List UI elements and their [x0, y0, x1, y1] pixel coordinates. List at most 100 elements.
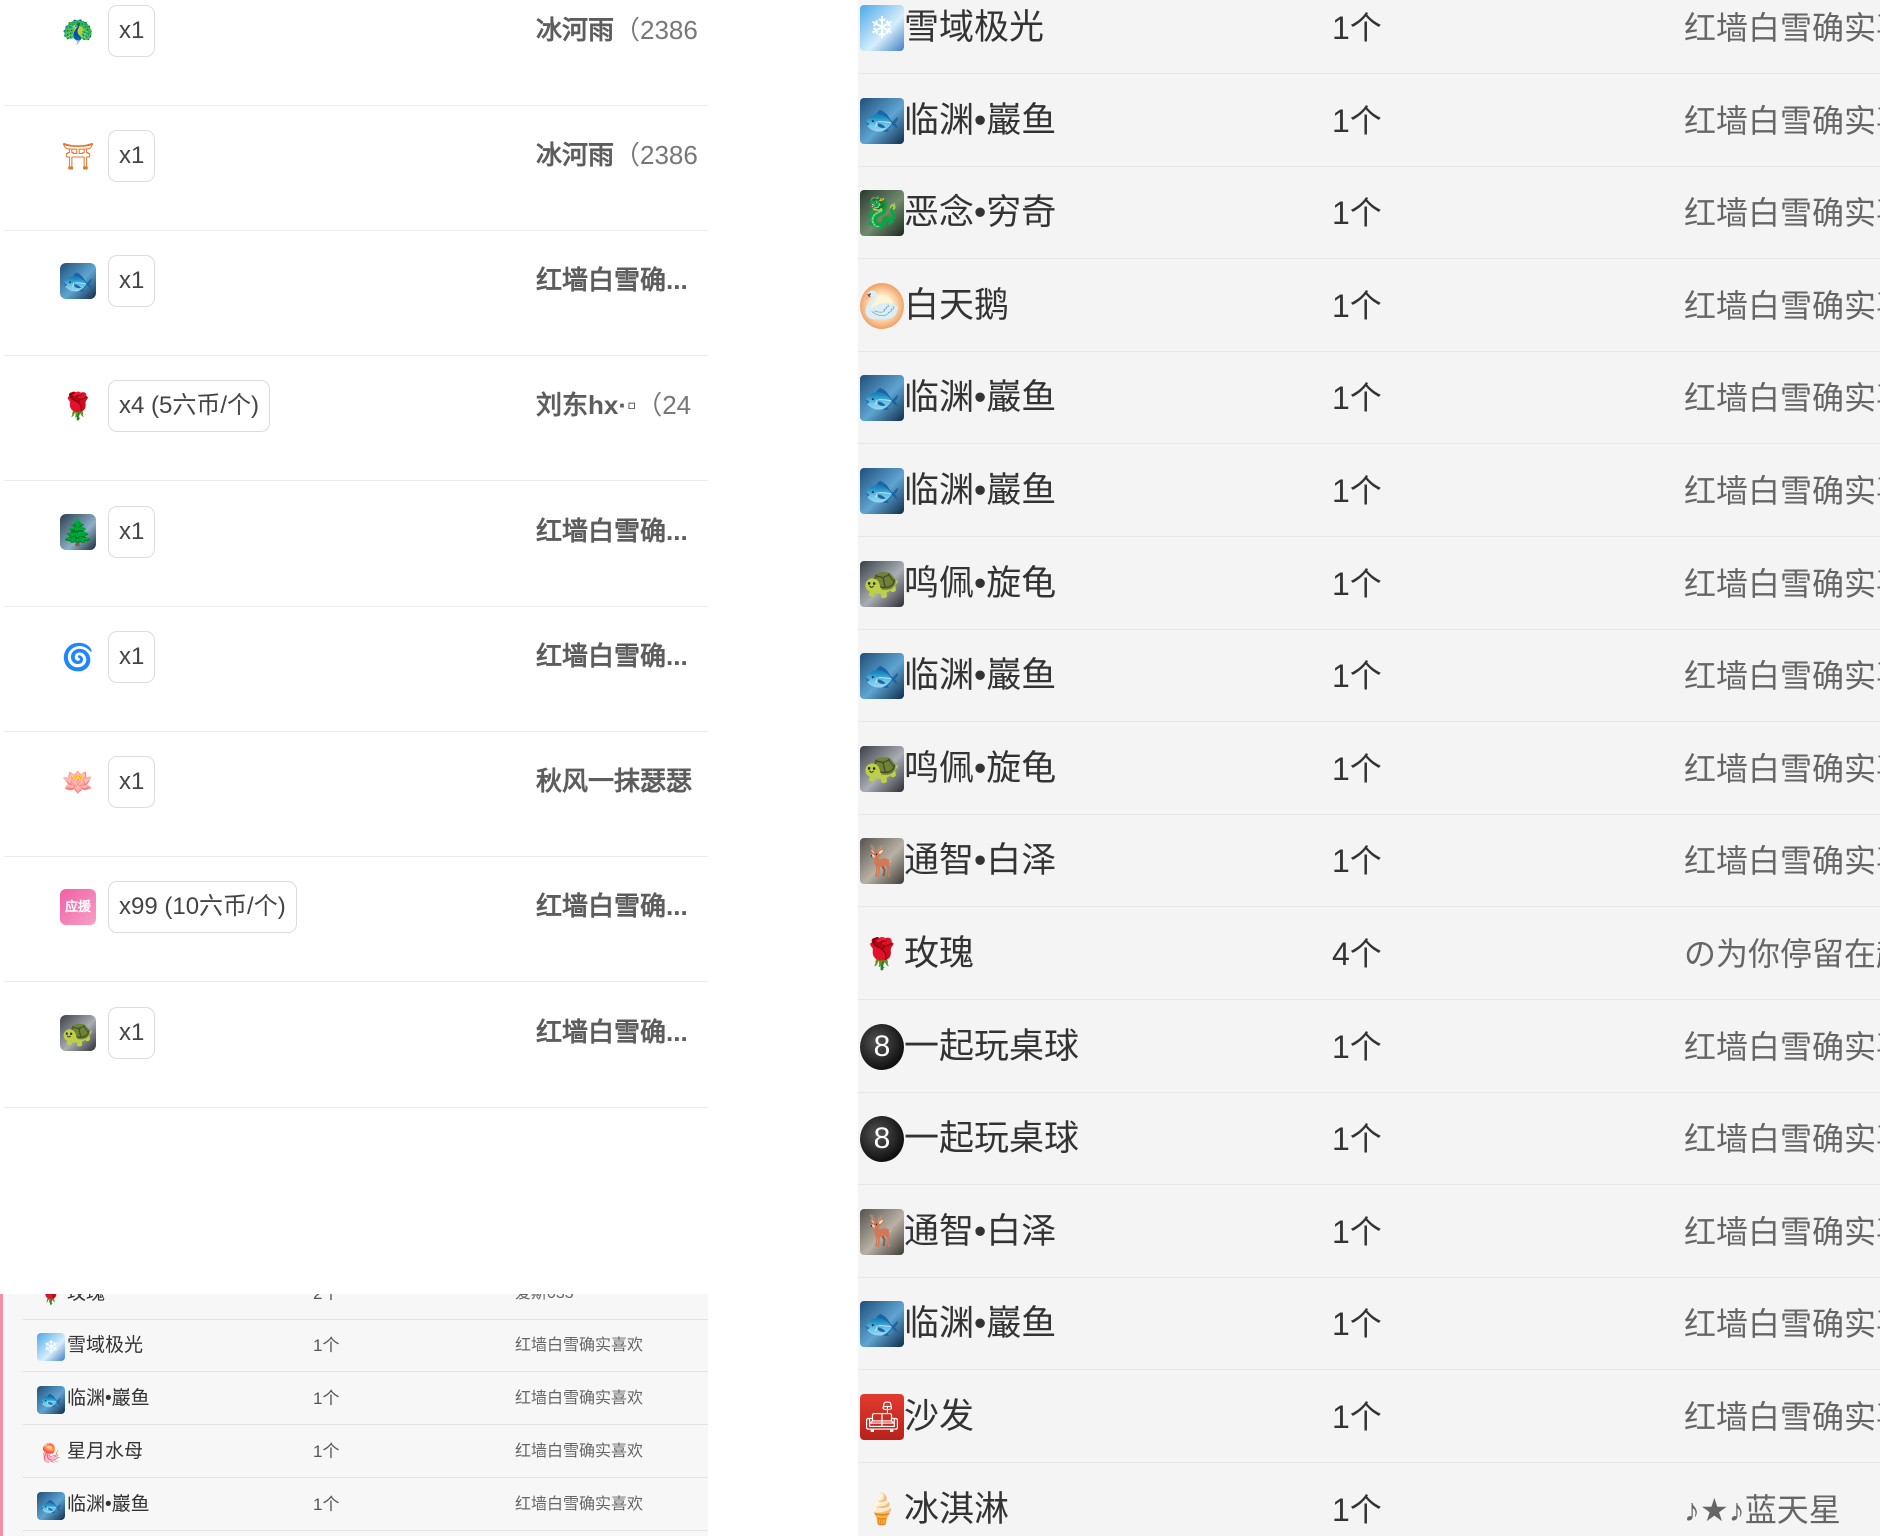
sender-name[interactable]: 红墙白雪确实喜欢 — [515, 1426, 643, 1478]
table-row: 🐟 临渊•巖鱼 1个 红墙白雪确实喜欢 — [23, 1479, 708, 1531]
sender-name[interactable]: 红墙白雪确实喜 — [1684, 352, 1880, 444]
gift-count: 1个 — [1332, 565, 1382, 602]
table-row: 🐢鸣佩•旋龟 1个 红墙白雪确实喜 — [858, 538, 1880, 630]
sender-name[interactable]: 红墙白雪确实喜 — [1684, 630, 1880, 722]
sender-name[interactable]: 红墙白雪确... — [536, 255, 708, 305]
whale-fish-icon: 🐟 — [860, 97, 904, 144]
sender-name[interactable]: 红墙白雪确实喜 — [1684, 0, 1880, 74]
table-row: 🐟临渊•巖鱼 1个 红墙白雪确实喜 — [858, 75, 1880, 167]
table-row: 🐟 临渊•巖鱼 1个 红墙白雪确实喜欢 — [23, 1373, 708, 1425]
gift-count: 1个 — [1332, 10, 1382, 46]
table-row: 🦌通智•白泽 1个 红墙白雪确实喜 — [858, 815, 1880, 908]
gift-count: 1个 — [1332, 1028, 1382, 1065]
sender-id: （2386 — [614, 15, 698, 45]
gift-count: 1个 — [1332, 843, 1382, 880]
gift-name: 一起玩桌球 — [904, 1026, 1080, 1066]
sender-name[interactable]: 红墙白雪确实喜 — [1684, 1001, 1880, 1093]
sender-nickname: 红墙白雪确... — [536, 516, 688, 546]
sender-name[interactable]: 红墙白雪确... — [536, 881, 708, 931]
sender-name[interactable]: 红墙白雪确实喜 — [1684, 260, 1880, 352]
sender-name[interactable]: 冰河雨（2386 — [536, 130, 708, 180]
sender-name[interactable]: 红墙白雪确实喜 — [1684, 538, 1880, 630]
sender-name[interactable]: 红墙白雪确实喜 — [1684, 1093, 1880, 1185]
sender-id: （24 — [636, 390, 692, 420]
gift-name: 玫瑰 — [904, 934, 975, 973]
sender-name[interactable]: 红墙白雪确实喜 — [1684, 1371, 1880, 1463]
sender-name[interactable]: 红墙白雪确实喜 — [1684, 445, 1880, 537]
lotus-icon: 🪷 — [61, 767, 95, 797]
snow-aurora-icon: ❄ — [860, 5, 904, 51]
gift-count: 1个 — [1332, 1399, 1382, 1435]
gift-count: 1个 — [1332, 658, 1382, 695]
sender-nickname: 红墙白雪确... — [536, 265, 688, 295]
turtle-icon: 🐢 — [60, 1015, 96, 1051]
sender-name[interactable]: 红墙白雪确实喜欢 — [515, 1373, 643, 1425]
gift-name: 临渊•巖鱼 — [904, 471, 1057, 510]
gift-record-panel: 🦚 x1 冰河雨（2386 ⛩ x1 冰河雨（2386 🐟 x1 红墙白雪确... 🌹 x4 (5六… — [0, 0, 708, 1536]
sender-name[interactable]: の为你停留在起 — [1684, 908, 1880, 1000]
sender-name[interactable]: 红墙白雪确实喜欢 — [515, 1320, 643, 1372]
sender-name[interactable]: 红墙白雪确实喜 — [1684, 1278, 1880, 1370]
gift-name: 临渊•巖鱼 — [67, 1494, 150, 1515]
sender-name[interactable]: 红墙白雪确实喜欢 — [515, 1479, 643, 1531]
whale-fish-icon: 🐟 — [37, 1492, 65, 1520]
table-row: 🪼 星月水母 1个 红墙白雪确实喜欢 — [23, 1426, 708, 1478]
sender-nickname: 冰河雨 — [536, 15, 615, 45]
gift-count: 4个 — [1332, 936, 1382, 972]
gift-name: 临渊•巖鱼 — [904, 656, 1057, 696]
quantity-badge: x1 — [108, 255, 156, 307]
gift-name: 临渊•巖鱼 — [904, 100, 1057, 140]
gift-name: 玫瑰 — [67, 1294, 105, 1320]
gift-list: 🦚 x1 冰河雨（2386 ⛩ x1 冰河雨（2386 🐟 x1 红墙白雪确... 🌹 x4 (5六… — [0, 0, 708, 1294]
sender-name[interactable]: 红墙白雪确实喜 — [1684, 815, 1880, 907]
gift-name: 通智•白泽 — [904, 1211, 1057, 1251]
sender-id: （2386 — [614, 140, 698, 170]
gift-count: 1个 — [313, 1442, 340, 1461]
sender-name[interactable]: ♪★♪蓝天星 — [1684, 1464, 1841, 1536]
table-row: ❄雪域极光 1个 红墙白雪确实喜 — [858, 0, 1880, 74]
gift-count: 1个 — [1332, 473, 1382, 509]
tree-scene-icon: 🌲 — [60, 514, 96, 550]
turtle-icon: 🐢 — [860, 745, 904, 792]
turtle-icon: 🐢 — [860, 560, 904, 607]
whale-fish-icon: 🐟 — [860, 653, 904, 700]
gift-count: 1个 — [313, 1336, 340, 1355]
gift-name: 冰淇淋 — [904, 1489, 1010, 1529]
sender-name[interactable]: 刘东hx·▫（24 — [536, 380, 708, 430]
sender-nickname: 冰河雨 — [536, 140, 615, 170]
sender-name[interactable]: 爱斯033 — [515, 1294, 574, 1320]
sender-name[interactable]: 红墙白雪确... — [536, 1007, 708, 1057]
sender-name[interactable]: 红墙白雪确实喜 — [1684, 167, 1880, 259]
quantity-badge: x1 — [108, 756, 156, 808]
gift-count: 1个 — [1332, 750, 1382, 787]
sender-name[interactable]: 红墙白雪确实喜 — [1684, 1186, 1880, 1278]
sender-nickname: 红墙白雪确... — [536, 641, 688, 671]
billiard-ball-icon: 8 — [860, 1023, 904, 1070]
billiard-ball-icon: 8 — [860, 1116, 904, 1163]
sender-name[interactable]: 秋风一抹瑟瑟 — [536, 756, 708, 806]
table-row: ❄ 雪域极光 1个 红墙白雪确实喜欢 — [23, 1320, 708, 1372]
gift-detail-table: 🌹玫瑰2个爱斯033❄雪域极光1个红墙白雪确实喜欢🐟临渊•巖鱼1个红墙白雪确实喜… — [0, 1294, 708, 1536]
table-row: 🐉恶念•穷奇 1个 红墙白雪确实喜 — [858, 167, 1880, 260]
gift-count: 1个 — [1332, 195, 1382, 232]
gift-row[interactable]: 🐢 x1 红墙白雪确... — [4, 958, 708, 1108]
sender-name[interactable]: 冰河雨（2386 — [536, 5, 708, 55]
sender-name[interactable]: 红墙白雪确实喜 — [1684, 75, 1880, 167]
sender-name[interactable]: 红墙白雪确实喜 — [1684, 723, 1880, 815]
sofa-icon: 🛋 — [860, 1394, 904, 1440]
sender-nickname: 红墙白雪确... — [536, 1017, 688, 1047]
sender-name[interactable]: 红墙白雪确... — [536, 506, 708, 556]
sender-name[interactable]: 红墙白雪确... — [536, 631, 708, 681]
table-row: 🦌通智•白泽 1个 红墙白雪确实喜 — [858, 1186, 1880, 1278]
gift-count: 1个 — [1332, 1213, 1382, 1250]
gift-name: 一起玩桌球 — [904, 1119, 1080, 1159]
gift-name: 沙发 — [904, 1397, 975, 1436]
quantity-badge: x1 — [108, 506, 156, 558]
sender-nickname: 红墙白雪确... — [536, 891, 688, 921]
gift-name: 星月水母 — [67, 1441, 144, 1462]
quantity-badge: x4 (5六币/个) — [108, 380, 271, 432]
gift-name: 鸣佩•旋龟 — [904, 748, 1057, 788]
whale-fish-icon: 🐟 — [60, 263, 96, 299]
quantity-badge: x99 (10六币/个) — [108, 881, 297, 933]
table-row: 8一起玩桌球 1个 红墙白雪确实喜 — [858, 1093, 1880, 1186]
